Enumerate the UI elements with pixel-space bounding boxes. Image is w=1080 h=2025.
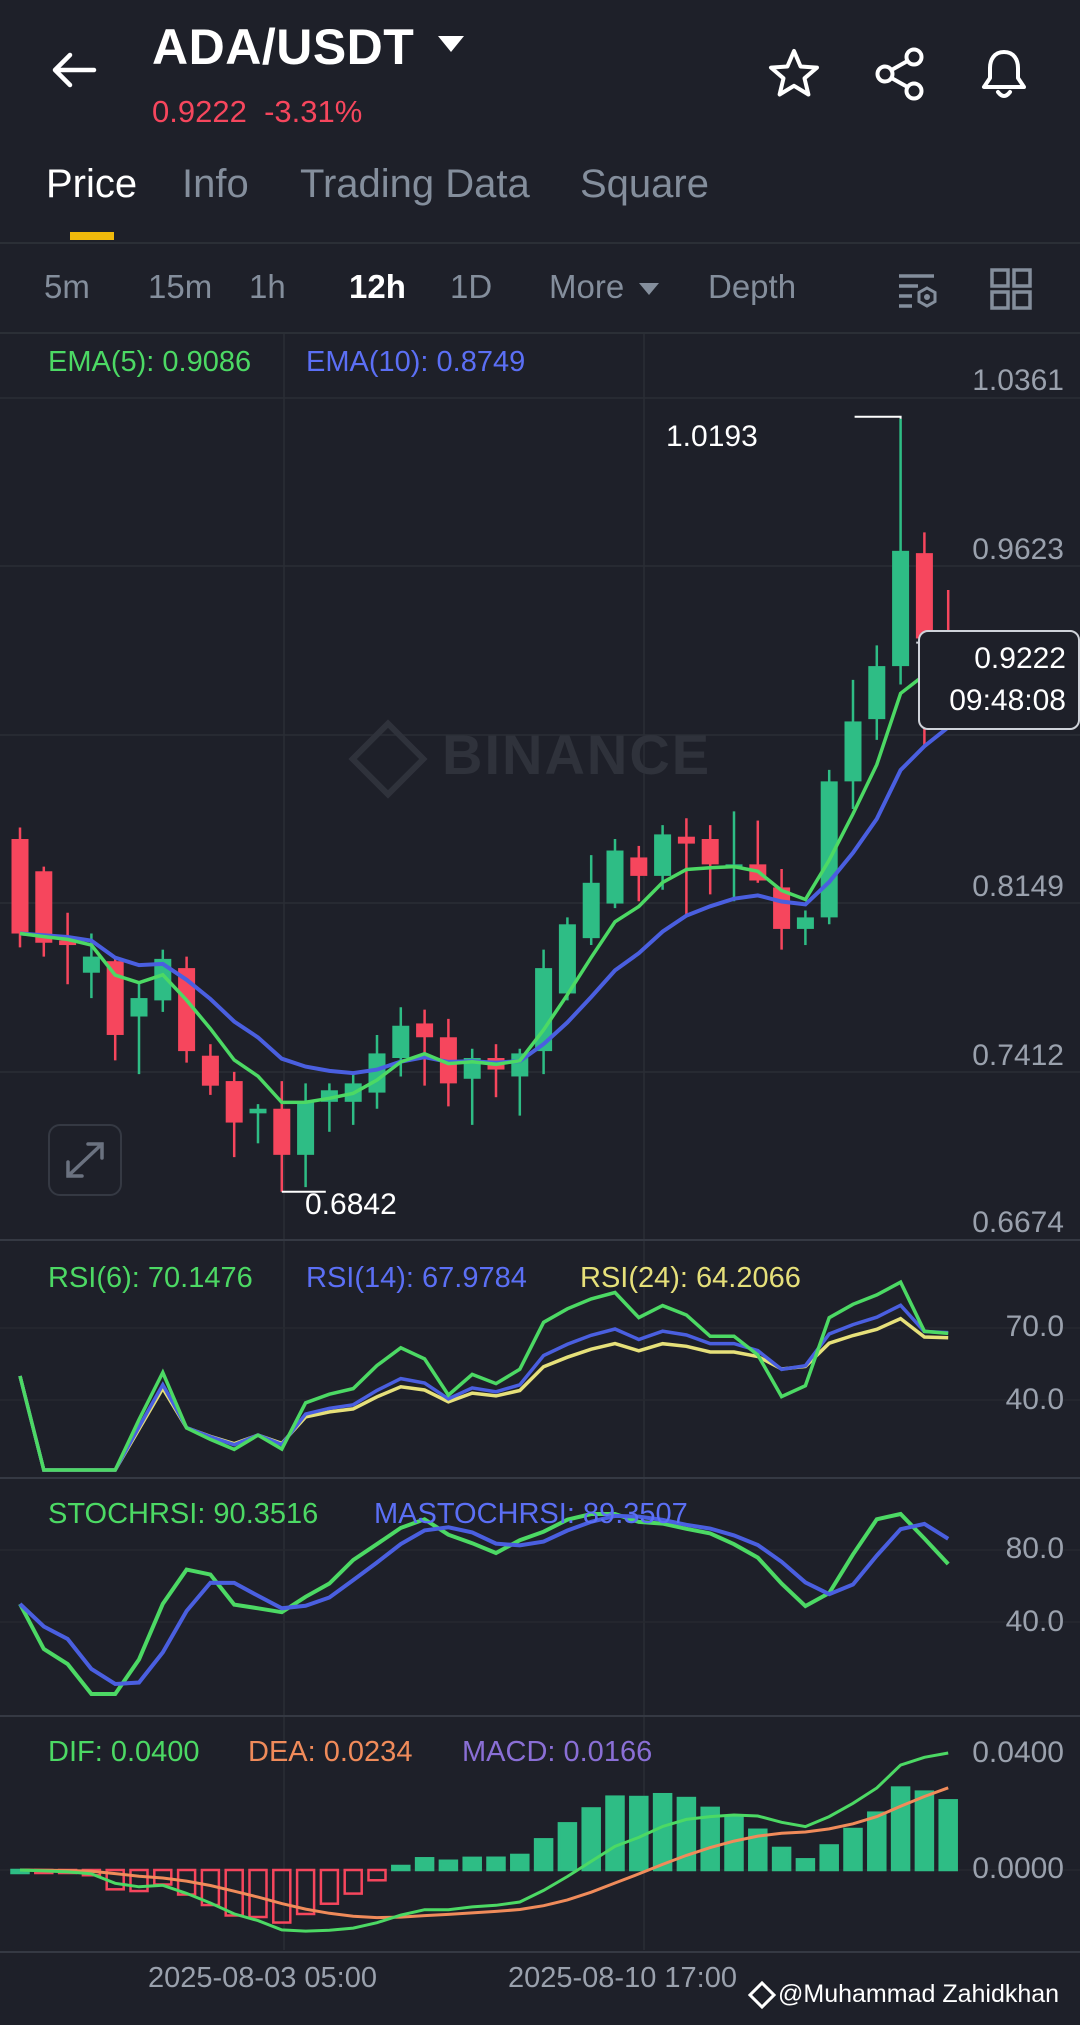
candle-body [82,956,100,973]
candle-body [796,917,814,929]
macd-histogram-bar [414,1857,435,1872]
candle-body [416,1023,434,1038]
candle-body [606,850,624,904]
macd-histogram-bar [867,1811,887,1872]
candle-body [677,836,695,844]
candle-body [844,721,862,782]
current-price-box[interactable]: 0.9222 09:48:08 [918,630,1080,730]
macd-histogram-bar [771,1846,792,1872]
ema5-label: EMA(5): 0.9086 [48,346,252,378]
price-axis-label: 0.7412 [972,1039,1064,1072]
macd-histogram-bar [367,1868,387,1882]
candle-body [273,1108,291,1155]
macd-histogram-bar [438,1859,459,1872]
ema10-label: EMA(10): 0.8749 [306,346,526,378]
macd-histogram-bar [819,1844,839,1872]
rsi-axis-label: 70.0 [1005,1310,1064,1343]
high-price-marker: 1.0193 [666,420,758,453]
price-axis-label: 0.9623 [972,533,1064,566]
expand-chart-button[interactable] [48,1124,122,1196]
binance-watermark: BINANCE [348,719,712,799]
rsi6-line [18,1279,949,1472]
macd-histogram-bar [248,1868,268,1919]
expand-icon [66,1142,104,1178]
rsi6-label: RSI(6): 70.1476 [48,1262,253,1294]
macd-histogram-bar [343,1868,363,1895]
macd-axis-label: 0.0000 [972,1852,1064,1885]
candle-body [582,882,600,939]
candle-body [106,961,124,1035]
candle-body [11,839,29,934]
macd-histogram-bar [391,1864,411,1872]
price-axis-label: 0.8149 [972,870,1064,903]
stochrsi-line [18,1511,950,1696]
rsi14-label: RSI(14): 67.9784 [306,1262,527,1294]
rsi14-line [18,1303,949,1472]
price-axis-label: 1.0361 [972,364,1064,397]
candle-body [654,834,672,876]
stoch-axis-label: 40.0 [1005,1605,1064,1638]
candle-body [201,1055,219,1086]
mastochrsi-label: MASTOCHRSI: 89.3507 [374,1498,688,1530]
macd-histogram-bar [486,1856,506,1872]
candle-body [892,550,910,667]
rsi24-label: RSI(24): 64.2066 [580,1262,801,1294]
watermark-text: BINANCE [442,723,712,786]
price-axis-label: 0.6674 [972,1206,1064,1239]
candle-body [249,1108,267,1114]
macd-histogram-bar [843,1827,863,1872]
macd-histogram-bar [272,1868,292,1924]
credit: @Muhammad Zahidkhan [747,1980,1060,2010]
current-price: 0.9222 [974,642,1066,675]
credit-text: @Muhammad Zahidkhan [778,1980,1060,2008]
candle-body [35,871,53,943]
candle-body [701,839,719,865]
binance-logo-icon [348,719,428,799]
candlestick-chart[interactable] [0,0,1080,2025]
candle-body [225,1081,243,1123]
dif-line [19,1751,949,1933]
candle-body [868,666,886,720]
mastochrsi-line [18,1513,950,1687]
binance-small-logo-icon [747,1981,777,2010]
macd-axis-label: 0.0400 [972,1736,1064,1769]
macd-histogram-bar [319,1868,340,1905]
candle-body [297,1101,315,1155]
candle-body [368,1053,386,1093]
date-axis-label: 2025-08-10 17:00 [508,1962,737,1994]
macd-histogram-bar [557,1822,578,1872]
stochrsi-label: STOCHRSI: 90.3516 [48,1498,319,1530]
high-marker-leader [854,415,902,419]
macd-label: MACD: 0.0166 [462,1736,653,1768]
stoch-axis-label: 80.0 [1005,1532,1064,1565]
macd-histogram-bar [890,1786,911,1872]
macd-histogram-bar [795,1858,816,1872]
candle-body [130,998,148,1017]
candle-body [392,1025,410,1059]
date-axis-label: 2025-08-03 05:00 [148,1962,377,1994]
candle-body [630,857,648,876]
low-price-marker: 0.6842 [305,1188,397,1221]
rsi-axis-label: 40.0 [1005,1383,1064,1416]
macd-histogram-bar [462,1856,482,1872]
candle-countdown: 09:48:08 [949,684,1066,717]
macd-histogram-bar [605,1795,625,1872]
dea-label: DEA: 0.0234 [248,1736,413,1768]
dif-label: DIF: 0.0400 [48,1736,200,1768]
macd-histogram-bar [510,1853,530,1872]
dea-line [19,1786,949,1920]
macd-histogram-bar [533,1838,554,1872]
macd-histogram-bar [652,1792,673,1872]
